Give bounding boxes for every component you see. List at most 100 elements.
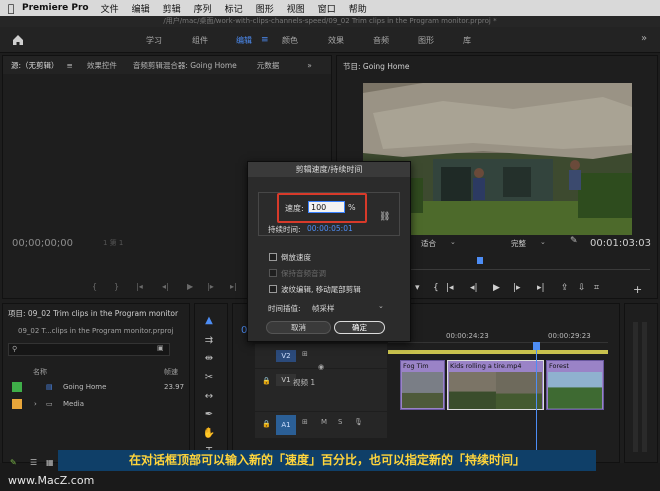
menu-clip[interactable]: 剪辑 bbox=[163, 2, 181, 15]
source-step-fwd-icon[interactable]: |▸ bbox=[207, 282, 214, 291]
project-col-name[interactable]: 名称 bbox=[33, 367, 47, 377]
maintain-pitch-checkbox[interactable] bbox=[269, 269, 277, 277]
program-quality-chevron-icon[interactable]: ⌄ bbox=[540, 238, 546, 246]
source-timecode[interactable]: 00;00;00;00 bbox=[12, 238, 73, 249]
lock-icon[interactable]: 🔒 bbox=[262, 420, 271, 428]
program-playhead[interactable] bbox=[477, 257, 483, 264]
track-header-v1[interactable] bbox=[255, 369, 387, 411]
program-export-frame-icon[interactable]: ⌗ bbox=[594, 283, 599, 293]
tab-source[interactable]: 源:（无剪辑） bbox=[11, 60, 59, 71]
duration-value[interactable]: 00:00:05:01 bbox=[307, 224, 353, 233]
menu-edit[interactable]: 编辑 bbox=[132, 2, 150, 15]
program-fit-chevron-icon[interactable]: ⌄ bbox=[450, 238, 456, 246]
menu-window[interactable]: 窗口 bbox=[318, 2, 336, 15]
timeline-playhead[interactable] bbox=[533, 342, 540, 350]
tab-effect-controls[interactable]: 效果控件 bbox=[87, 60, 117, 71]
ok-button[interactable]: 确定 bbox=[334, 321, 385, 334]
new-bin-icon[interactable]: ▣ bbox=[157, 344, 164, 352]
pencil-icon[interactable]: ✎ bbox=[10, 458, 17, 467]
program-duration-timecode[interactable]: 00:01:03:03 bbox=[590, 238, 651, 249]
menu-graphics[interactable]: 图形 bbox=[256, 2, 274, 15]
icon-view-icon[interactable]: ▦ bbox=[46, 458, 54, 467]
track-select-tool-icon[interactable]: ⇉ bbox=[202, 335, 216, 349]
program-add-button-icon[interactable]: + bbox=[633, 283, 642, 296]
pen-tool-icon[interactable]: ✒ bbox=[202, 409, 216, 423]
tab-editing[interactable]: 编辑 bbox=[236, 35, 252, 46]
workspace-more-icon[interactable]: » bbox=[641, 33, 647, 44]
source-step-back-icon[interactable]: ◂| bbox=[162, 282, 169, 291]
program-extract-icon[interactable]: ⇩ bbox=[578, 283, 586, 293]
timeline-clip[interactable]: Fog Tim bbox=[400, 360, 445, 410]
tab-learn[interactable]: 学习 bbox=[146, 35, 162, 46]
source-more-icon[interactable]: » bbox=[307, 61, 312, 70]
apple-icon[interactable]:  bbox=[0, 2, 22, 15]
tab-libraries[interactable]: 库 bbox=[463, 35, 471, 46]
chevron-down-icon[interactable]: ⌄ bbox=[378, 302, 384, 310]
source-play-icon[interactable]: ▶ bbox=[187, 282, 193, 291]
track-v2-button[interactable]: V2 bbox=[276, 350, 296, 362]
hand-tool-icon[interactable]: ✋ bbox=[202, 428, 216, 442]
ripple-edit-checkbox[interactable] bbox=[269, 285, 277, 293]
timeline-clip[interactable]: Forest bbox=[546, 360, 604, 410]
cancel-button[interactable]: 取消 bbox=[266, 321, 331, 334]
source-fit-select[interactable]: 1 第 1 bbox=[103, 238, 123, 248]
program-quality-select[interactable]: 完整 bbox=[511, 238, 526, 249]
menu-help[interactable]: 帮助 bbox=[349, 2, 367, 15]
menu-view[interactable]: 视图 bbox=[287, 2, 305, 15]
list-item[interactable]: ▤ Going Home 23.97 bbox=[10, 380, 188, 394]
time-interpolation-select[interactable]: 帧采样 bbox=[312, 303, 335, 314]
tab-metadata[interactable]: 元数据 bbox=[257, 60, 280, 71]
ripple-edit-tool-icon[interactable]: ⇹ bbox=[202, 353, 216, 367]
selection-tool-icon[interactable]: ▲ bbox=[202, 315, 216, 329]
tab-audio-clip-mixer[interactable]: 音频剪辑混合器: Going Home bbox=[133, 60, 237, 71]
program-step-back-icon[interactable]: ◂| bbox=[470, 283, 478, 293]
menu-sequence[interactable]: 序列 bbox=[194, 2, 212, 15]
program-marker-icon[interactable]: ▾ bbox=[415, 283, 420, 293]
program-goto-out-icon[interactable]: ▸| bbox=[537, 283, 545, 293]
link-icon[interactable]: ⛓ bbox=[379, 212, 390, 222]
eye-icon[interactable]: ◉ bbox=[318, 363, 324, 371]
timeline-clip-selected[interactable]: Kids rolling a tire.mp4 bbox=[447, 360, 544, 410]
menu-markers[interactable]: 标记 bbox=[225, 2, 243, 15]
program-mark-in-icon[interactable]: { bbox=[433, 283, 439, 293]
source-goto-out-icon[interactable]: ▸| bbox=[230, 282, 237, 291]
solo-icon[interactable]: S bbox=[338, 418, 342, 426]
menu-file[interactable]: 文件 bbox=[101, 2, 119, 15]
audio-meters-panel bbox=[624, 303, 658, 463]
list-item[interactable]: › ▭ Media bbox=[10, 397, 188, 411]
sync-lock-icon[interactable]: ⊞ bbox=[302, 350, 308, 358]
sync-lock-icon[interactable]: ⊞ bbox=[302, 418, 308, 426]
lock-icon[interactable]: 🔒 bbox=[262, 377, 271, 385]
project-title[interactable]: 项目: 09_02 Trim clips in the Program moni… bbox=[8, 308, 178, 319]
tab-graphics[interactable]: 图形 bbox=[418, 35, 434, 46]
track-a1-button[interactable]: A1 bbox=[276, 415, 296, 435]
program-goto-in-icon[interactable]: |◂ bbox=[446, 283, 454, 293]
program-lift-icon[interactable]: ⇪ bbox=[561, 283, 569, 293]
list-view-icon[interactable]: ☰ bbox=[30, 458, 37, 467]
project-col-framerate[interactable]: 帧速 bbox=[164, 367, 178, 377]
tab-color[interactable]: 颜色 bbox=[282, 35, 298, 46]
app-name[interactable]: Premiere Pro bbox=[22, 3, 89, 13]
project-search-input[interactable]: ⚲ bbox=[8, 343, 170, 356]
program-title[interactable]: 节目: Going Home bbox=[343, 61, 409, 72]
tab-effects[interactable]: 效果 bbox=[328, 35, 344, 46]
tab-assembly[interactable]: 组件 bbox=[192, 35, 208, 46]
mute-icon[interactable]: M bbox=[321, 418, 327, 426]
program-fit-select[interactable]: 适合 bbox=[421, 238, 436, 249]
source-mark-in-icon[interactable]: { bbox=[92, 282, 97, 291]
program-play-icon[interactable]: ▶ bbox=[493, 283, 500, 293]
razor-tool-icon[interactable]: ✂ bbox=[202, 372, 216, 386]
source-mark-out-icon[interactable]: } bbox=[114, 282, 119, 291]
workspace-menu-icon[interactable]: ≡ bbox=[261, 35, 269, 45]
source-goto-in-icon[interactable]: |◂ bbox=[136, 282, 143, 291]
program-step-fwd-icon[interactable]: |▸ bbox=[513, 283, 521, 293]
source-tab-menu-icon[interactable]: ≡ bbox=[67, 61, 73, 70]
slip-tool-icon[interactable]: ↔ bbox=[202, 391, 216, 405]
reverse-speed-checkbox[interactable] bbox=[269, 253, 277, 261]
tab-audio[interactable]: 音频 bbox=[373, 35, 389, 46]
home-icon[interactable] bbox=[11, 33, 25, 47]
wrench-icon[interactable]: ✎ bbox=[570, 236, 578, 246]
microphone-icon[interactable]: 🎙 bbox=[354, 418, 363, 426]
work-area-bar[interactable] bbox=[388, 350, 608, 354]
disclosure-triangle-icon[interactable]: › bbox=[34, 400, 37, 408]
